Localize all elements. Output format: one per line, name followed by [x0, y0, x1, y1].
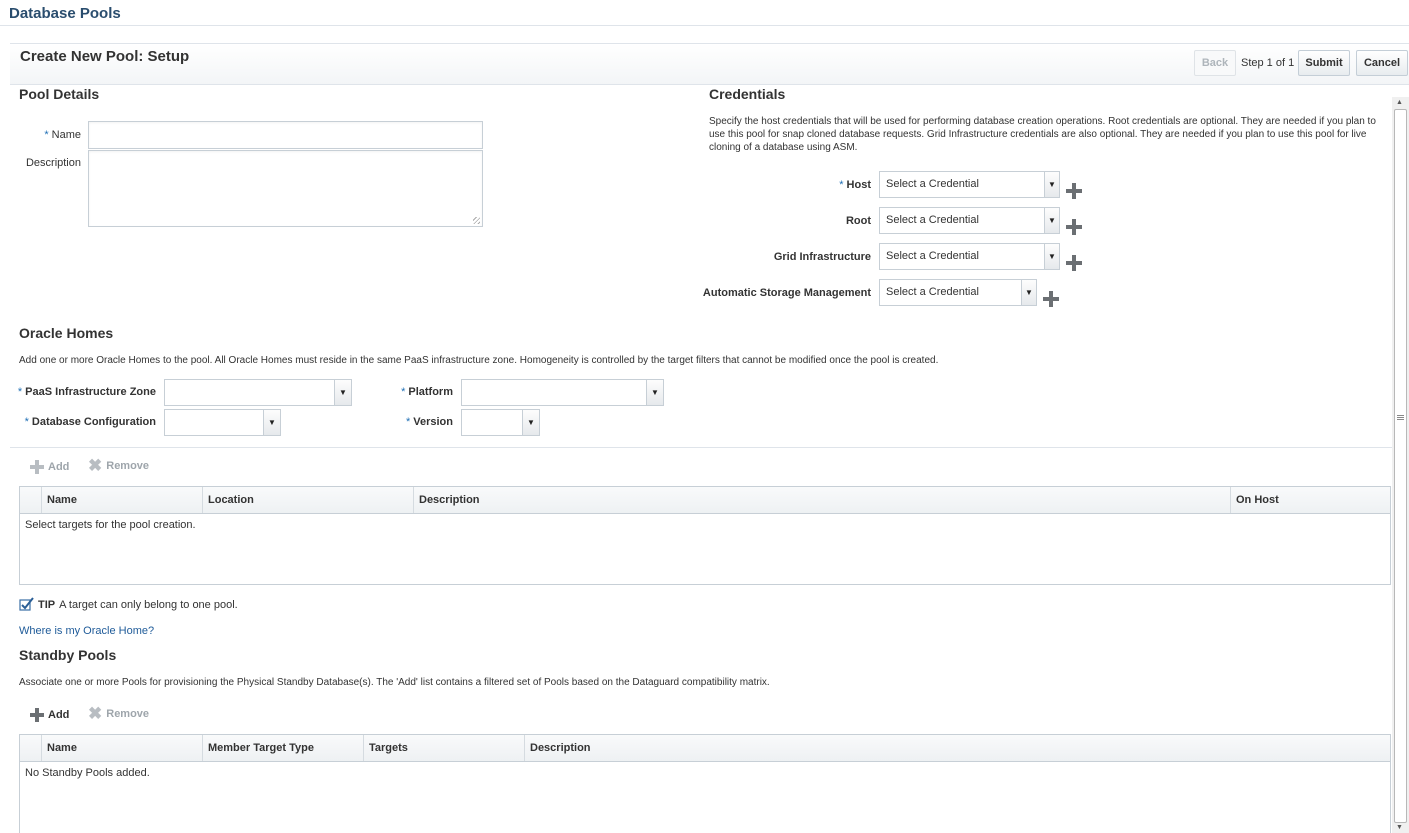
- section-divider: [10, 447, 1392, 448]
- oracle-homes-add-button[interactable]: Add: [30, 460, 69, 474]
- oracle-homes-heading: Oracle Homes: [19, 325, 114, 341]
- resize-grip-icon[interactable]: [473, 217, 480, 224]
- standby-pools-heading: Standby Pools: [19, 647, 117, 663]
- empty-message: Select targets for the pool creation.: [25, 519, 196, 531]
- paas-zone-label: * PaaS Infrastructure Zone: [17, 386, 156, 398]
- column-header[interactable]: Description: [413, 487, 1230, 513]
- column-header[interactable]: On Host: [1230, 487, 1390, 513]
- scroll-thumb[interactable]: [1394, 109, 1407, 823]
- check-icon: [19, 597, 34, 611]
- credentials-heading: Credentials: [709, 86, 786, 102]
- paas-zone-select[interactable]: ▼: [164, 379, 352, 406]
- oracle-homes-intro: Add one or more Oracle Homes to the pool…: [19, 355, 939, 366]
- chevron-down-icon[interactable]: ▼: [522, 410, 539, 435]
- standby-pools-intro: Associate one or more Pools for provisio…: [19, 677, 770, 688]
- add-asm-credential-icon[interactable]: [1043, 291, 1059, 307]
- description-textarea[interactable]: [88, 150, 483, 227]
- chevron-down-icon[interactable]: ▼: [646, 380, 663, 405]
- standby-pools-table: Name Member Target Type Targets Descript…: [19, 734, 1391, 833]
- version-label: * Version: [405, 416, 453, 428]
- table-header: Name Member Target Type Targets Descript…: [20, 735, 1390, 762]
- host-credential-select[interactable]: Select a Credential ▼: [879, 171, 1060, 198]
- asm-credential-label: Automatic Storage Management: [702, 287, 871, 299]
- standby-remove-button[interactable]: ✖ Remove: [88, 704, 149, 723]
- tip-line: TIP A target can only belong to one pool…: [19, 597, 238, 612]
- name-input[interactable]: [88, 121, 483, 149]
- chevron-down-icon[interactable]: ▼: [263, 410, 280, 435]
- train-title: Create New Pool: Setup: [20, 48, 190, 65]
- required-marker: *: [44, 129, 49, 141]
- back-button[interactable]: Back: [1194, 50, 1236, 76]
- standby-add-button[interactable]: Add: [30, 708, 69, 722]
- platform-select[interactable]: ▼: [461, 379, 664, 406]
- page-title: Database Pools: [9, 5, 121, 22]
- plus-icon: [30, 460, 44, 474]
- grid-credential-select[interactable]: Select a Credential ▼: [879, 243, 1060, 270]
- chevron-down-icon[interactable]: ▼: [1044, 208, 1059, 233]
- asm-credential-select[interactable]: Select a Credential ▼: [879, 279, 1037, 306]
- add-grid-credential-icon[interactable]: [1066, 255, 1082, 271]
- credentials-intro: Specify the host credentials that will b…: [709, 116, 1376, 153]
- column-header[interactable]: Description: [524, 735, 1390, 761]
- scroll-down-icon[interactable]: ▼: [1396, 824, 1403, 831]
- column-header[interactable]: Name: [41, 487, 202, 513]
- platform-label: * Platform: [401, 386, 453, 398]
- version-select[interactable]: ▼: [461, 409, 540, 436]
- plus-icon: [30, 708, 44, 722]
- grid-credential-label: Grid Infrastructure: [773, 251, 871, 263]
- host-credential-label: * Host: [839, 179, 871, 191]
- vertical-scrollbar[interactable]: ▲ ▼: [1392, 97, 1409, 833]
- db-config-label: * Database Configuration: [24, 416, 156, 428]
- cancel-button[interactable]: Cancel: [1356, 50, 1408, 76]
- description-label: Description: [25, 157, 81, 169]
- close-icon: ✖: [88, 704, 103, 723]
- chevron-down-icon[interactable]: ▼: [1044, 244, 1059, 269]
- chevron-down-icon[interactable]: ▼: [1021, 280, 1036, 305]
- db-config-select[interactable]: ▼: [164, 409, 281, 436]
- column-header[interactable]: Member Target Type: [202, 735, 363, 761]
- pool-details-heading: Pool Details: [19, 86, 100, 102]
- column-header[interactable]: Targets: [363, 735, 524, 761]
- oracle-homes-remove-button[interactable]: ✖ Remove: [88, 456, 149, 475]
- column-header[interactable]: Location: [202, 487, 413, 513]
- oracle-home-help-link[interactable]: Where is my Oracle Home?: [19, 625, 154, 637]
- step-indicator: Step 1 of 1: [1241, 57, 1295, 69]
- root-credential-select[interactable]: Select a Credential ▼: [879, 207, 1060, 234]
- table-header: Name Location Description On Host: [20, 487, 1390, 514]
- header-divider: [0, 25, 1409, 26]
- chevron-down-icon[interactable]: ▼: [334, 380, 351, 405]
- add-host-credential-icon[interactable]: [1066, 183, 1082, 199]
- name-label: * Name: [44, 129, 81, 141]
- scroll-up-icon[interactable]: ▲: [1396, 99, 1403, 106]
- add-root-credential-icon[interactable]: [1066, 219, 1082, 235]
- empty-message: No Standby Pools added.: [25, 767, 150, 779]
- submit-button[interactable]: Submit: [1298, 50, 1350, 76]
- column-header[interactable]: Name: [41, 735, 202, 761]
- root-credential-label: Root: [845, 215, 871, 227]
- oracle-homes-table: Name Location Description On Host Select…: [19, 486, 1391, 585]
- chevron-down-icon[interactable]: ▼: [1044, 172, 1059, 197]
- close-icon: ✖: [88, 456, 103, 475]
